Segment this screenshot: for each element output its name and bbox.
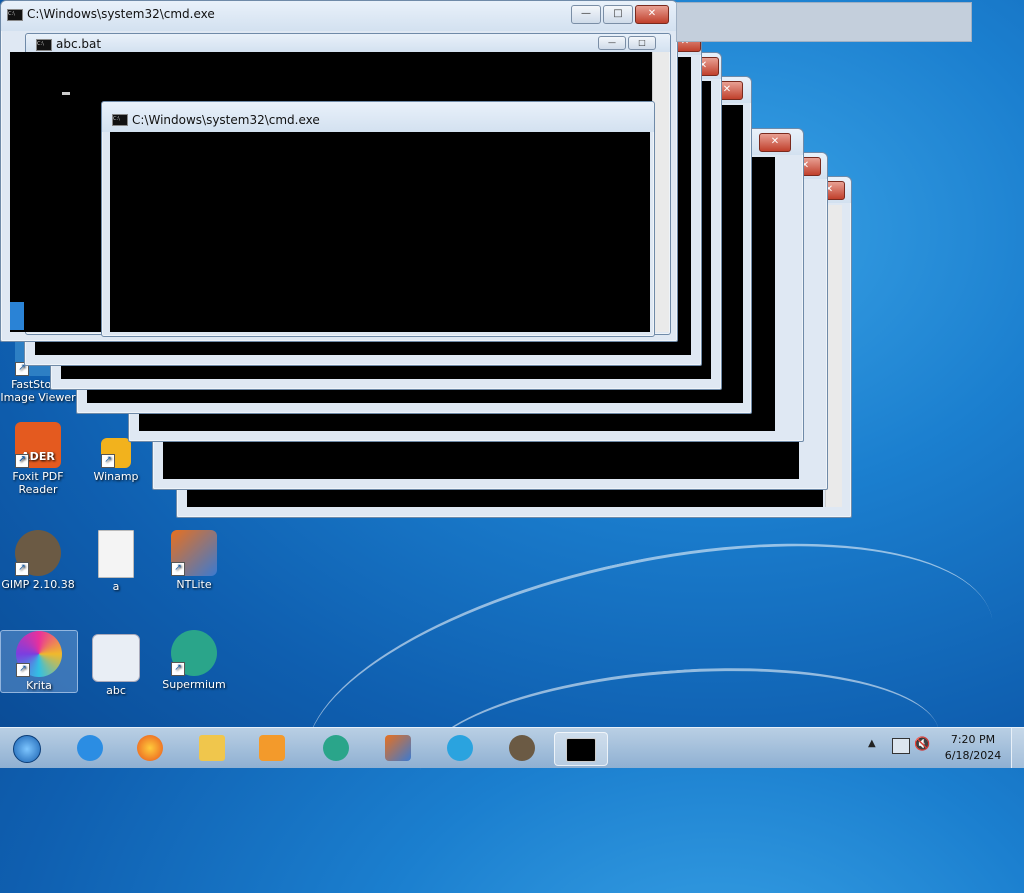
- clock-time: 7:20 PM: [950, 733, 996, 746]
- minimize-button[interactable]: —: [598, 36, 626, 50]
- start-button[interactable]: [4, 732, 46, 764]
- taskbar-explorer[interactable]: [190, 732, 234, 764]
- taskbar: ▲ 🔇 7:20 PM 6/18/2024: [0, 727, 1024, 768]
- icon-label: Winamp: [93, 470, 139, 483]
- foxit-icon: ADER ↗: [15, 422, 61, 468]
- taskbar-gimp[interactable]: [500, 732, 544, 764]
- firefox-icon: [137, 735, 163, 761]
- shortcut-arrow-icon: ↗: [15, 562, 29, 576]
- taskbar-telegram[interactable]: [438, 732, 482, 764]
- icon-label: NTLite: [176, 578, 212, 591]
- ie-icon: [77, 735, 103, 761]
- close-button[interactable]: ✕: [635, 5, 669, 24]
- shortcut-arrow-icon: ↗: [15, 454, 29, 468]
- ntlite-icon: [385, 735, 411, 761]
- media-player-icon: [259, 735, 285, 761]
- maximize-button[interactable]: □: [628, 36, 656, 50]
- icon-label: Supermium: [162, 678, 226, 691]
- cmd-window-inner[interactable]: C:\ C:\Windows\system32\cmd.exe: [101, 101, 655, 337]
- window-title: C:\Windows\system32\cmd.exe: [27, 7, 215, 21]
- cmd-icon: [566, 738, 596, 762]
- desktop-icon-gimp[interactable]: ↗ GIMP 2.10.38: [0, 530, 76, 591]
- icon-label: abc: [106, 684, 126, 697]
- ntlite-icon: ↗: [171, 530, 217, 576]
- titlebar[interactable]: [26, 34, 670, 52]
- text-file-icon: [98, 530, 134, 578]
- supermium-icon: ↗: [171, 630, 217, 676]
- taskbar-supermium[interactable]: [314, 732, 358, 764]
- cmd-icon: C:\: [112, 114, 128, 126]
- clock-date: 6/18/2024: [944, 749, 1002, 762]
- desktop-icon-supermium[interactable]: ↗ Supermium: [156, 630, 232, 691]
- window-title: C:\Windows\system32\cmd.exe: [132, 113, 320, 127]
- cursor: [62, 92, 70, 95]
- gimp-icon: [509, 735, 535, 761]
- taskbar-firefox[interactable]: [128, 732, 172, 764]
- shortcut-arrow-icon: ↗: [101, 454, 115, 468]
- clock[interactable]: 7:20 PM 6/18/2024: [938, 732, 1008, 764]
- window-title: abc.bat: [56, 37, 102, 51]
- krita-icon: ↗: [16, 631, 62, 677]
- desktop-icon-ntlite[interactable]: ↗ NTLite: [156, 530, 232, 591]
- show-hidden-icons[interactable]: ▲: [868, 738, 876, 749]
- minimize-button[interactable]: —: [571, 5, 601, 24]
- explorer-icon: [199, 735, 225, 761]
- network-icon[interactable]: [892, 738, 910, 754]
- console-area: [110, 132, 650, 332]
- desktop-icon-a[interactable]: a: [78, 530, 154, 593]
- shortcut-arrow-icon: ↗: [171, 562, 185, 576]
- desktop-icon-foxit[interactable]: ADER ↗ Foxit PDF Reader: [0, 422, 76, 496]
- supermium-icon: [323, 735, 349, 761]
- winamp-icon: ↗: [101, 438, 131, 468]
- taskbar-media-player[interactable]: [250, 732, 294, 764]
- show-desktop-button[interactable]: [1011, 728, 1024, 768]
- desktop-icon-abc[interactable]: abc: [78, 634, 154, 697]
- gimp-icon: ↗: [15, 530, 61, 576]
- taskbar-cmd[interactable]: [554, 732, 608, 766]
- cmd-window-main[interactable]: C:\ C:\Windows\system32\cmd.exe — □ ✕ C:…: [0, 0, 678, 342]
- icon-label: Krita: [26, 679, 52, 692]
- desktop-icon-krita[interactable]: ↗ Krita: [0, 630, 78, 693]
- cmd-icon: C:\: [36, 39, 52, 51]
- start-orb-icon: [13, 735, 41, 763]
- icon-label: a: [112, 580, 120, 593]
- maximize-button[interactable]: □: [603, 5, 633, 24]
- icon-label: GIMP 2.10.38: [1, 578, 75, 591]
- batch-file-icon: [92, 634, 140, 682]
- desktop-icon-winamp[interactable]: ↗ Winamp: [78, 438, 154, 483]
- background-window-titlebar[interactable]: [676, 2, 972, 42]
- shortcut-arrow-icon: ↗: [16, 663, 30, 677]
- volume-muted-icon[interactable]: 🔇: [914, 737, 930, 752]
- shortcut-arrow-icon: ↗: [171, 662, 185, 676]
- console-side-strip: [10, 302, 24, 330]
- close-button[interactable]: ✕: [759, 133, 791, 152]
- icon-label: Foxit PDF Reader: [12, 470, 64, 496]
- taskbar-ntlite[interactable]: [376, 732, 420, 764]
- cmd-icon: C:\: [7, 9, 23, 21]
- taskbar-ie[interactable]: [68, 732, 112, 764]
- telegram-icon: [447, 735, 473, 761]
